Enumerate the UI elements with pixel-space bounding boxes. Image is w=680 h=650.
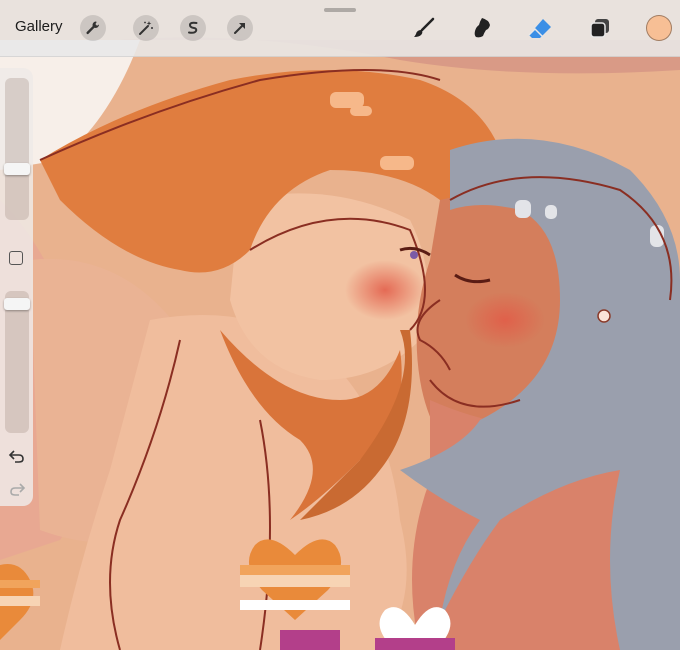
gallery-button[interactable]: Gallery [15, 18, 63, 35]
iris [410, 251, 418, 259]
brush-icon[interactable] [410, 14, 438, 42]
opacity-slider[interactable] [4, 291, 30, 433]
brush-size-slider[interactable] [4, 78, 30, 220]
artwork-canvas[interactable] [0, 0, 680, 650]
redhead-blush [345, 260, 425, 320]
color-swatch[interactable] [646, 15, 672, 41]
selection-icon[interactable] [180, 15, 206, 41]
top-toolbar: Gallery [0, 0, 680, 57]
layers-icon[interactable] [586, 14, 614, 42]
hair-highlight [350, 106, 372, 116]
grey-hair-highlight [515, 200, 531, 218]
modify-square-icon[interactable] [9, 251, 23, 265]
transform-arrow-icon[interactable] [227, 15, 253, 41]
hair-highlight [380, 156, 414, 170]
left-sidebar [0, 68, 33, 506]
wrench-icon[interactable] [80, 15, 106, 41]
toolbar-grabber[interactable] [324, 8, 356, 12]
hair-highlight [330, 92, 364, 108]
opacity-thumb[interactable] [4, 298, 30, 310]
earring [597, 309, 611, 323]
undo-icon[interactable] [8, 447, 26, 465]
brush-size-thumb[interactable] [4, 163, 30, 175]
greyhair-blush [465, 292, 545, 348]
smudge-icon[interactable] [468, 14, 496, 42]
grey-hair-highlight [545, 205, 557, 219]
magic-wand-icon[interactable] [133, 15, 159, 41]
eraser-icon[interactable] [526, 14, 554, 42]
redo-icon[interactable] [8, 480, 26, 498]
